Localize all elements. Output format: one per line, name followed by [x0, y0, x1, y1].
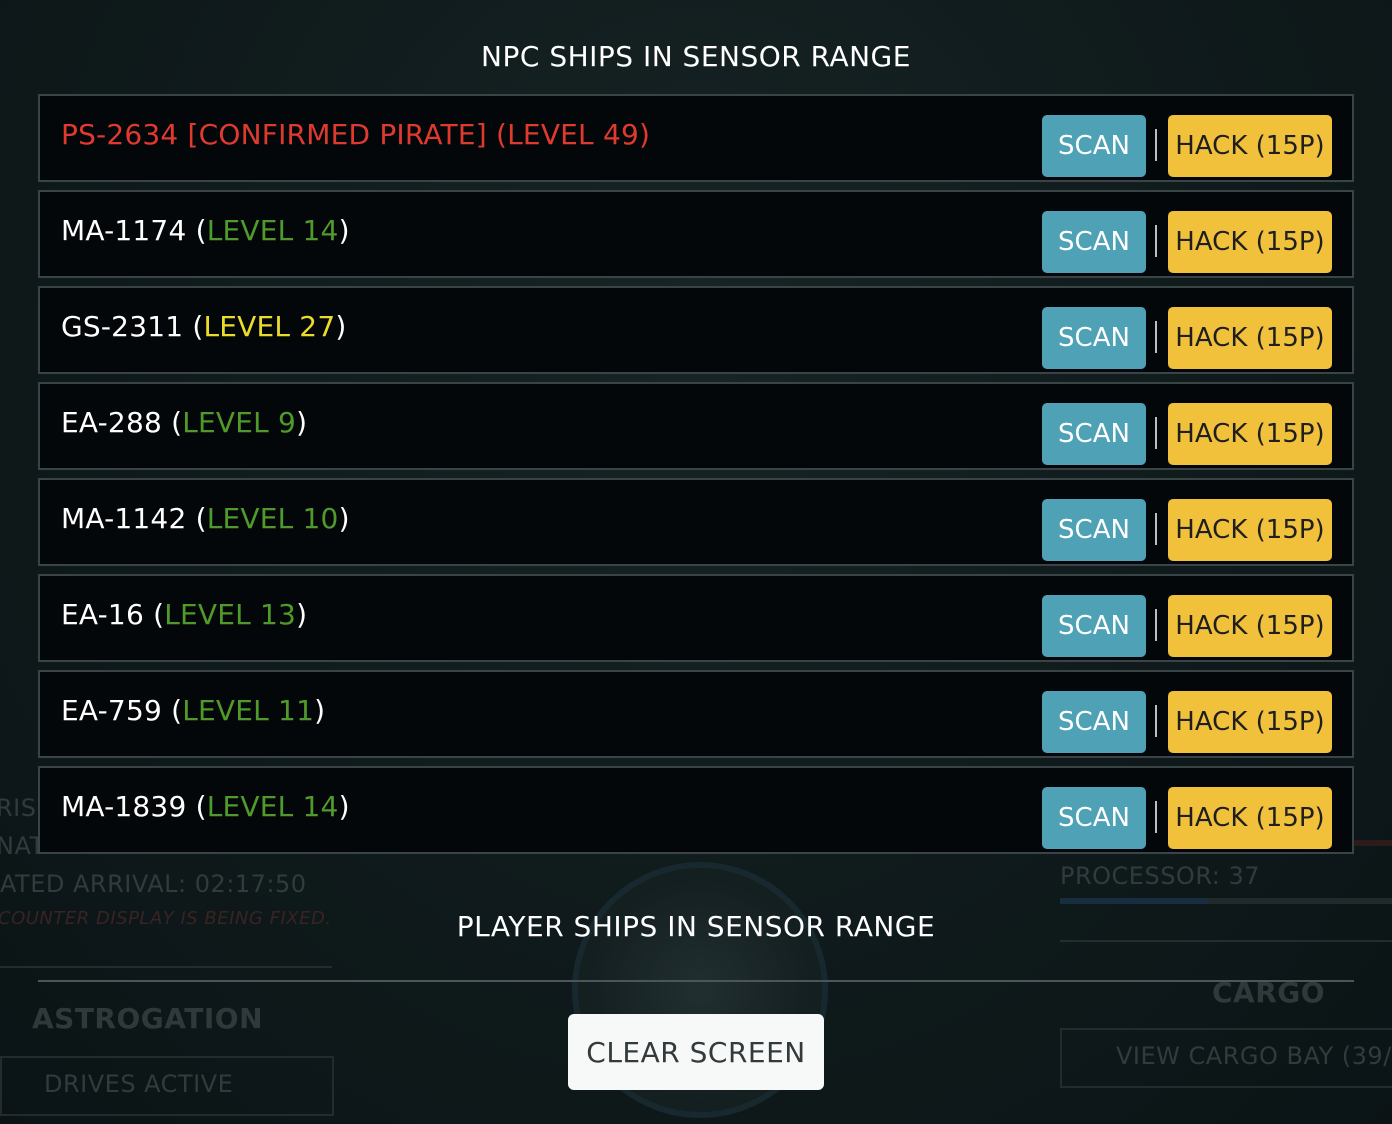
ship-level: LEVEL 49	[507, 118, 639, 151]
npc-ship-list: PS-2634 [CONFIRMED PIRATE] (LEVEL 49) SC…	[38, 94, 1354, 862]
npc-ship-row: GS-2311 (LEVEL 27) SCAN HACK (15P)	[38, 286, 1354, 374]
ship-name: GS-2311	[61, 310, 184, 343]
ship-name: EA-759	[61, 694, 162, 727]
button-separator	[1155, 417, 1157, 449]
ship-level: LEVEL 10	[206, 502, 339, 535]
ship-label: MA-1142 (LEVEL 10)	[61, 502, 350, 535]
clear-screen-button[interactable]: CLEAR SCREEN	[568, 1014, 824, 1090]
ship-level: LEVEL 14	[206, 214, 339, 247]
ship-level: LEVEL 27	[203, 310, 336, 343]
scan-button[interactable]: SCAN	[1042, 403, 1146, 465]
hack-button[interactable]: HACK (15P)	[1168, 115, 1332, 177]
pirate-tag: [CONFIRMED PIRATE]	[187, 118, 487, 151]
ship-level: LEVEL 13	[164, 598, 297, 631]
ship-label: GS-2311 (LEVEL 27)	[61, 310, 347, 343]
button-separator	[1155, 705, 1157, 737]
ship-name: MA-1142	[61, 502, 187, 535]
hack-button[interactable]: HACK (15P)	[1168, 691, 1332, 753]
game-screen: RIS NAT ATED ARRIVAL: 02:17:50 COUNTER D…	[0, 0, 1392, 1124]
ship-label: EA-16 (LEVEL 13)	[61, 598, 308, 631]
button-separator	[1155, 321, 1157, 353]
ship-label: EA-288 (LEVEL 9)	[61, 406, 308, 439]
npc-ship-row: EA-759 (LEVEL 11) SCAN HACK (15P)	[38, 670, 1354, 758]
ship-label: MA-1839 (LEVEL 14)	[61, 790, 350, 823]
button-separator	[1155, 513, 1157, 545]
hack-button[interactable]: HACK (15P)	[1168, 595, 1332, 657]
ship-level: LEVEL 9	[182, 406, 297, 439]
scan-button[interactable]: SCAN	[1042, 691, 1146, 753]
scan-button[interactable]: SCAN	[1042, 211, 1146, 273]
section-divider	[38, 980, 1354, 982]
hack-button[interactable]: HACK (15P)	[1168, 499, 1332, 561]
ship-name: MA-1174	[61, 214, 187, 247]
npc-ship-row: EA-16 (LEVEL 13) SCAN HACK (15P)	[38, 574, 1354, 662]
npc-ship-row: PS-2634 [CONFIRMED PIRATE] (LEVEL 49) SC…	[38, 94, 1354, 182]
npc-ship-row: MA-1174 (LEVEL 14) SCAN HACK (15P)	[38, 190, 1354, 278]
button-separator	[1155, 225, 1157, 257]
ship-name: PS-2634	[61, 118, 179, 151]
ship-label: PS-2634 [CONFIRMED PIRATE] (LEVEL 49)	[61, 118, 651, 151]
ship-label: MA-1174 (LEVEL 14)	[61, 214, 350, 247]
button-separator	[1155, 609, 1157, 641]
scan-button[interactable]: SCAN	[1042, 499, 1146, 561]
npc-ship-row: MA-1142 (LEVEL 10) SCAN HACK (15P)	[38, 478, 1354, 566]
npc-ship-row: MA-1839 (LEVEL 14) SCAN HACK (15P)	[38, 766, 1354, 854]
ship-name: MA-1839	[61, 790, 187, 823]
ship-level: LEVEL 11	[182, 694, 315, 727]
button-separator	[1155, 129, 1157, 161]
scan-button[interactable]: SCAN	[1042, 307, 1146, 369]
hack-button[interactable]: HACK (15P)	[1168, 307, 1332, 369]
button-separator	[1155, 801, 1157, 833]
player-section-heading: PLAYER SHIPS IN SENSOR RANGE	[456, 910, 936, 943]
hack-button[interactable]: HACK (15P)	[1168, 403, 1332, 465]
ship-level: LEVEL 14	[206, 790, 339, 823]
ship-name: EA-288	[61, 406, 162, 439]
npc-section-heading: NPC SHIPS IN SENSOR RANGE	[481, 40, 911, 73]
ship-name: EA-16	[61, 598, 144, 631]
hack-button[interactable]: HACK (15P)	[1168, 211, 1332, 273]
npc-ship-row: EA-288 (LEVEL 9) SCAN HACK (15P)	[38, 382, 1354, 470]
scan-button[interactable]: SCAN	[1042, 787, 1146, 849]
ship-label: EA-759 (LEVEL 11)	[61, 694, 326, 727]
scan-button[interactable]: SCAN	[1042, 115, 1146, 177]
scan-button[interactable]: SCAN	[1042, 595, 1146, 657]
hack-button[interactable]: HACK (15P)	[1168, 787, 1332, 849]
